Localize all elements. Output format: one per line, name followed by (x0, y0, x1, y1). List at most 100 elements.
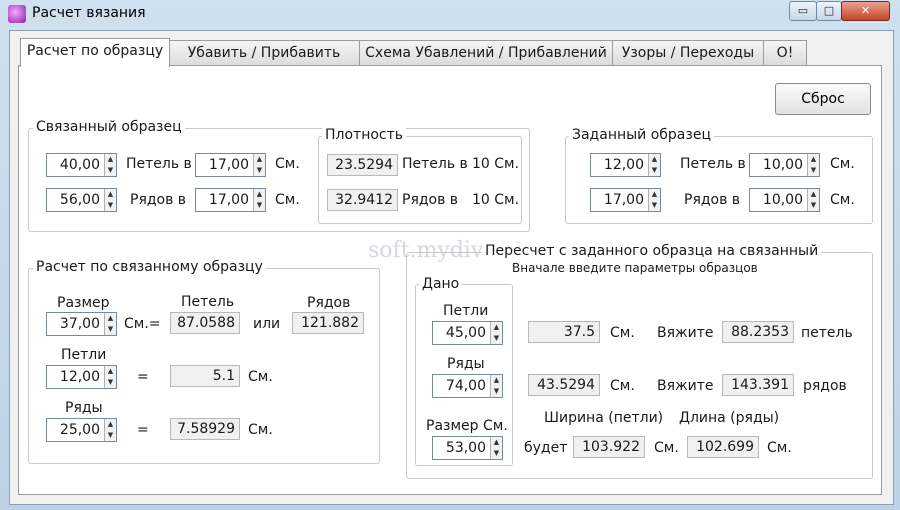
tab-patterns[interactable]: Узоры / Переходы (612, 40, 764, 65)
density-per-label: 10 См. (472, 192, 520, 208)
size-label: Размер (57, 295, 110, 311)
given-rows-value: 74,00 (445, 378, 486, 394)
recalc-hint: Вначале введите параметры образцов (512, 261, 758, 275)
spin-up-icon[interactable]: ▲ (649, 154, 660, 165)
minimize-button[interactable]: ▭ (789, 1, 817, 21)
spin-down-icon[interactable]: ▼ (491, 448, 502, 459)
target-rows-cm-value: 10,00 (762, 192, 803, 208)
target-stitches-value: 12,00 (603, 157, 644, 173)
app-window: Расчет вязания ▭ □ ✕ Расчет по образцу У… (0, 0, 900, 510)
spin-up-icon[interactable]: ▲ (254, 189, 265, 200)
rows-label: Ряды (65, 400, 103, 416)
size-rows-result: 121.882 (292, 312, 364, 334)
target-rows-cm-spinner[interactable]: 10,00 ▲ ▼ (749, 188, 820, 212)
spin-up-icon[interactable]: ▲ (491, 322, 502, 333)
target-stitches-cm-value: 10,00 (762, 157, 803, 173)
title-bar[interactable]: Расчет вязания ▭ □ ✕ (0, 0, 900, 28)
tab-about[interactable]: О! (763, 40, 807, 65)
cm-label: См. (830, 192, 855, 208)
cm-label: См. (610, 378, 635, 394)
given-size-label: Размер См. (426, 418, 508, 434)
loops-label: Петли (61, 347, 107, 363)
close-button[interactable]: ✕ (841, 1, 890, 21)
cm-label: См. (248, 369, 273, 385)
knitted-rows-cm-spinner[interactable]: 17,00 ▲ ▼ (195, 188, 266, 212)
knitted-stitches-cm-value: 17,00 (208, 157, 249, 173)
rows-knit-result: 143.391 (722, 374, 794, 396)
spin-down-icon[interactable]: ▼ (254, 165, 265, 176)
knit-label: Вяжите (657, 325, 714, 341)
reset-button[interactable]: Сброс (775, 83, 871, 115)
tab-scheme[interactable]: Схема Убавлений / Прибавлений (359, 40, 613, 65)
spin-down-icon[interactable]: ▼ (808, 165, 819, 176)
spin-down-icon[interactable]: ▼ (808, 200, 819, 211)
cm-label: См. (248, 422, 273, 438)
spin-up-icon[interactable]: ▲ (105, 154, 116, 165)
equals-label: = (137, 422, 149, 438)
app-icon (8, 5, 26, 23)
spin-down-icon[interactable]: ▼ (105, 200, 116, 211)
spin-up-icon[interactable]: ▲ (491, 375, 502, 386)
spin-up-icon[interactable]: ▲ (254, 154, 265, 165)
loops-knit-result: 88.2353 (722, 321, 794, 343)
given-size-spinner[interactable]: 53,00 ▲ ▼ (432, 436, 503, 460)
density-stitches-value: 23.5294 (327, 154, 398, 176)
size-value: 37,00 (59, 316, 100, 332)
calc-title: Расчет по связанному образцу (33, 259, 266, 275)
length-result: 102.699 (687, 436, 759, 458)
spin-down-icon[interactable]: ▼ (649, 200, 660, 211)
spin-up-icon[interactable]: ▲ (105, 189, 116, 200)
density-rows-label: Рядов в (402, 192, 459, 208)
spin-down-icon[interactable]: ▼ (105, 324, 116, 335)
given-loops-label: Петли (443, 303, 489, 319)
knitted-rows-spinner[interactable]: 56,00 ▲ ▼ (46, 188, 117, 212)
target-rows-spinner[interactable]: 17,00 ▲ ▼ (590, 188, 661, 212)
spin-up-icon[interactable]: ▲ (808, 154, 819, 165)
knitted-rows-value: 56,00 (59, 192, 100, 208)
spin-down-icon[interactable]: ▼ (105, 165, 116, 176)
tab-decrease-increase[interactable]: Убавить / Прибавить (168, 40, 360, 65)
density-rows-value: 32.9412 (327, 189, 398, 211)
density-stitches-label: Петель в (402, 156, 468, 172)
spin-up-icon[interactable]: ▲ (491, 437, 502, 448)
spin-down-icon[interactable]: ▼ (491, 386, 502, 397)
spin-down-icon[interactable]: ▼ (491, 333, 502, 344)
loops-value: 12,00 (59, 369, 100, 385)
stitches-header: Петель (181, 294, 235, 310)
spin-down-icon[interactable]: ▼ (105, 377, 116, 388)
cm-equals-label: См.= (124, 316, 161, 332)
rows-unit-label: рядов (803, 378, 847, 394)
cm-label: См. (610, 325, 635, 341)
target-stitches-spinner[interactable]: 12,00 ▲ ▼ (590, 153, 661, 177)
window-title: Расчет вязания (32, 5, 146, 21)
spin-up-icon[interactable]: ▲ (105, 366, 116, 377)
spin-down-icon[interactable]: ▼ (649, 165, 660, 176)
given-rows-label: Ряды (447, 356, 485, 372)
knitted-stitches-cm-spinner[interactable]: 17,00 ▲ ▼ (195, 153, 266, 177)
spin-up-icon[interactable]: ▲ (105, 419, 116, 430)
size-spinner[interactable]: 37,00 ▲ ▼ (46, 312, 117, 336)
equals-label: = (137, 369, 149, 385)
width-label: Ширина (петли) (544, 410, 664, 426)
knitted-stitches-spinner[interactable]: 40,00 ▲ ▼ (46, 153, 117, 177)
spin-down-icon[interactable]: ▼ (105, 430, 116, 441)
loops-result: 5.1 (170, 365, 240, 387)
target-rows-value: 17,00 (603, 192, 644, 208)
given-rows-spinner[interactable]: 74,00 ▲ ▼ (432, 374, 503, 398)
cm-label: См. (830, 156, 855, 172)
density-per-label: 10 См. (472, 156, 520, 172)
spin-up-icon[interactable]: ▲ (808, 189, 819, 200)
loops-spinner[interactable]: 12,00 ▲ ▼ (46, 365, 117, 389)
rows-spinner[interactable]: 25,00 ▲ ▼ (46, 418, 117, 442)
given-loops-spinner[interactable]: 45,00 ▲ ▼ (432, 321, 503, 345)
spin-up-icon[interactable]: ▲ (649, 189, 660, 200)
spin-down-icon[interactable]: ▼ (254, 200, 265, 211)
knitted-stitches-value: 40,00 (59, 157, 100, 173)
maximize-button[interactable]: □ (816, 1, 842, 21)
rows-header: Рядов (307, 295, 351, 311)
tab-sample-calc[interactable]: Расчет по образцу (20, 38, 170, 67)
knitted-sample-title: Связанный образец (33, 119, 185, 135)
spin-up-icon[interactable]: ▲ (105, 313, 116, 324)
rows-result: 7.58929 (170, 418, 240, 440)
target-stitches-cm-spinner[interactable]: 10,00 ▲ ▼ (749, 153, 820, 177)
